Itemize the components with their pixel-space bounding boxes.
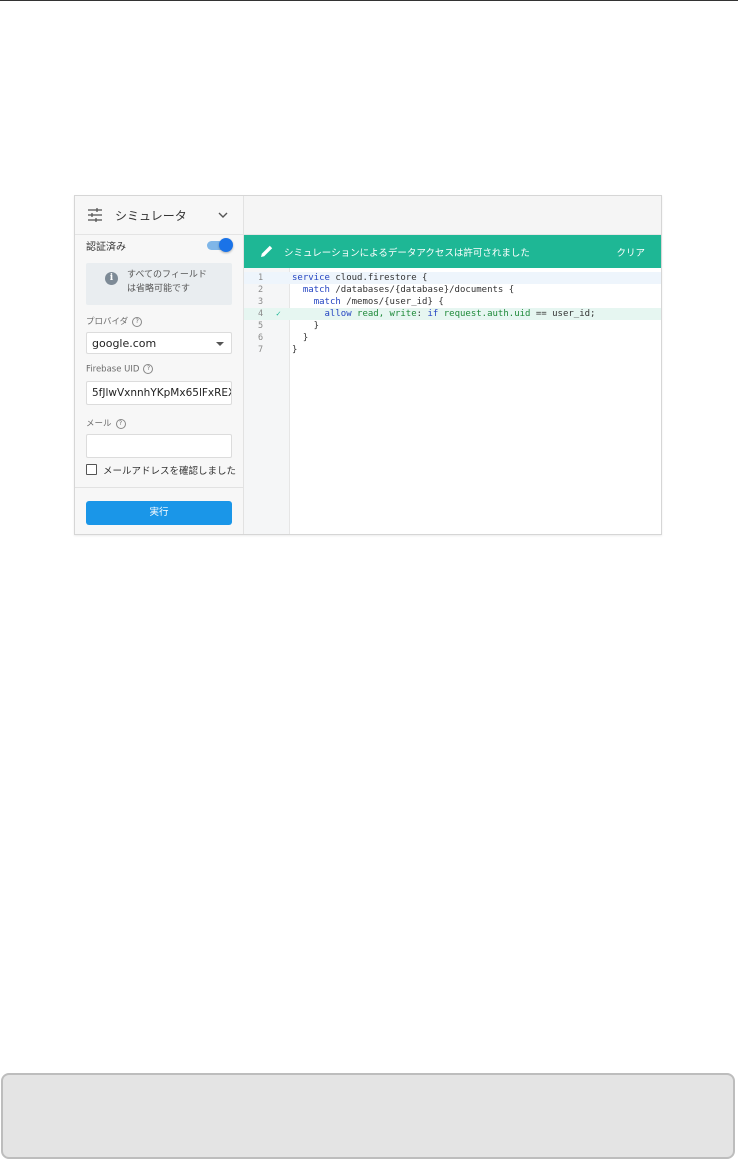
optional-fields-info: i すべてのフィールド は省略可能です	[86, 263, 232, 305]
provider-select[interactable]: google.com	[86, 332, 232, 354]
help-icon[interactable]: ?	[143, 364, 154, 374]
editor-toolbar	[244, 196, 661, 235]
code-text: }	[292, 345, 298, 355]
line-number: 1	[258, 273, 264, 283]
rules-simulator-panel: シミュレータ 認証済み i すべてのフィールド は省略可能です プロバイダ? g…	[74, 195, 662, 535]
bottom-input-bar[interactable]	[1, 1073, 735, 1159]
divider	[75, 487, 243, 488]
code-text: match /memos/{user_id} {	[313, 297, 444, 307]
code-text: service cloud.firestore {	[292, 273, 428, 283]
check-icon: ✓	[276, 309, 281, 318]
line-number: 5	[258, 321, 264, 331]
code-line-allowed: 4 ✓ allow read, write: if request.auth.u…	[244, 308, 661, 320]
uid-field[interactable]: 5fJlwVxnnhYKpMx65lFxREX	[86, 381, 232, 405]
pencil-icon	[261, 245, 273, 257]
code-line: 6 }	[244, 332, 661, 344]
uid-label-text: Firebase UID	[86, 364, 140, 375]
code-text: }	[292, 333, 309, 343]
info-text-line1: すべてのフィールド	[127, 270, 207, 280]
code-line: 1 service cloud.firestore {	[244, 272, 661, 284]
help-icon[interactable]: ?	[115, 418, 126, 429]
uid-label: Firebase UID?	[86, 364, 154, 375]
line-number: 4	[258, 309, 264, 319]
simulation-result-banner: シミュレーションによるデータアクセスは許可されました クリア	[244, 235, 661, 268]
info-icon: i	[105, 272, 118, 285]
info-text: すべてのフィールド は省略可能です	[127, 268, 227, 296]
info-text-line2: は省略可能です	[127, 284, 191, 294]
simulator-sidebar: シミュレータ 認証済み i すべてのフィールド は省略可能です プロバイダ? g…	[75, 196, 244, 534]
code-text: allow read, write: if request.auth.uid =…	[324, 309, 596, 319]
run-button[interactable]: 実行	[86, 501, 232, 525]
code-text: match /databases/{database}/documents {	[302, 285, 515, 295]
simulator-header[interactable]: シミュレータ	[75, 196, 243, 235]
line-number: 2	[258, 285, 264, 295]
toggle-knob	[219, 238, 233, 252]
top-rule	[0, 0, 738, 1]
line-number: 3	[258, 297, 264, 307]
authenticated-label: 認証済み	[86, 242, 126, 253]
clear-button[interactable]: クリア	[616, 245, 645, 259]
banner-message: シミュレーションによるデータアクセスは許可されました	[284, 248, 530, 259]
email-label: メール?	[86, 417, 126, 429]
email-field[interactable]	[86, 434, 232, 458]
tune-icon	[88, 208, 102, 222]
rules-code-editor[interactable]: 1 service cloud.firestore { 2 match /dat…	[244, 268, 661, 534]
code-text: }	[292, 321, 320, 331]
provider-label-text: プロバイダ	[86, 317, 129, 327]
authenticated-toggle[interactable]	[207, 238, 233, 252]
code-line: 2 match /databases/{database}/documents …	[244, 284, 661, 296]
chevron-down-icon[interactable]	[217, 209, 229, 221]
line-number: 7	[258, 345, 264, 355]
email-verified-label: メールアドレスを確認しました	[103, 466, 237, 477]
code-line: 5 }	[244, 320, 661, 332]
line-number: 6	[258, 333, 264, 343]
help-icon[interactable]: ?	[132, 316, 143, 327]
uid-value: 5fJlwVxnnhYKpMx65lFxREX	[92, 387, 232, 399]
code-line: 3 match /memos/{user_id} {	[244, 296, 661, 308]
code-line: 7 }	[244, 344, 661, 356]
email-verified-checkbox[interactable]	[86, 464, 97, 475]
provider-label: プロバイダ?	[86, 315, 143, 327]
provider-value: google.com	[92, 337, 157, 350]
simulator-title: シミュレータ	[115, 209, 187, 223]
caret-down-icon	[216, 342, 224, 346]
email-label-text: メール	[86, 419, 112, 429]
